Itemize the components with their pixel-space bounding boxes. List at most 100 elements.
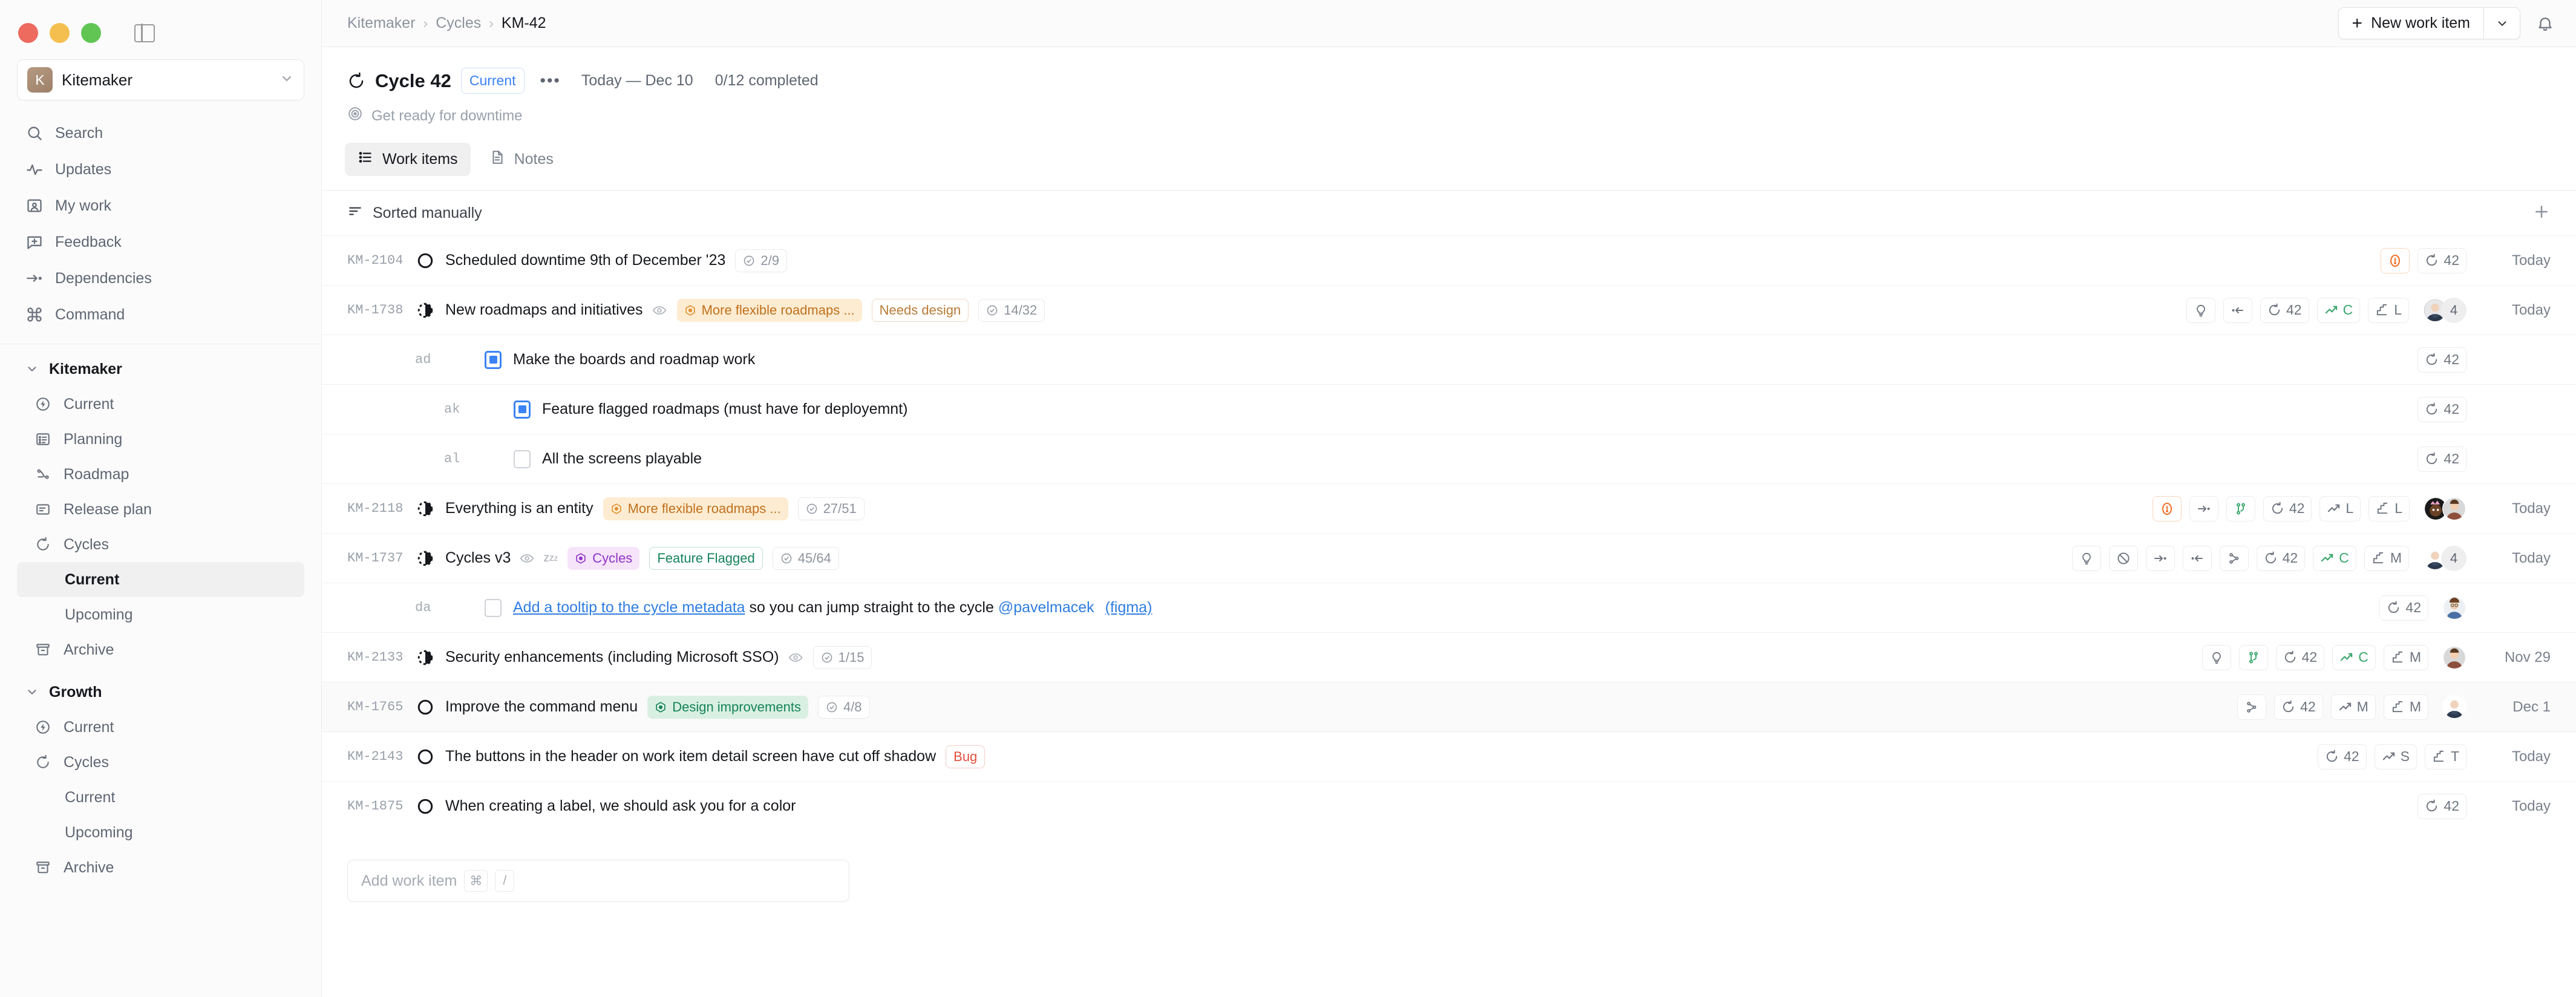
minimize-window-button[interactable] xyxy=(50,23,70,43)
impact-badge[interactable]: L xyxy=(2319,495,2361,521)
blocked-circle-icon[interactable] xyxy=(2108,545,2138,571)
sort-control[interactable]: Sorted manually xyxy=(347,203,482,223)
sidebar-item-kitemaker-cycles-current[interactable]: Current xyxy=(17,562,304,597)
breadcrumb-item-workspace[interactable]: Kitemaker xyxy=(347,15,416,32)
impact-badge[interactable]: C xyxy=(2316,297,2361,323)
notification-bell-icon[interactable] xyxy=(2536,15,2554,33)
sidebar-item-dependencies[interactable]: Dependencies xyxy=(17,260,304,296)
sidebar-item-kitemaker-cycles[interactable]: Cycles xyxy=(17,527,304,562)
sidebar-item-release-plan[interactable]: Release plan xyxy=(17,492,304,527)
status-in-progress-icon[interactable] xyxy=(415,301,436,319)
table-row[interactable]: al All the screens playable 42 xyxy=(322,434,2576,483)
assignee-avatars[interactable] xyxy=(2442,645,2466,670)
workspace-switcher[interactable]: K Kitemaker xyxy=(17,59,304,100)
alert-circle-icon[interactable] xyxy=(2152,495,2182,521)
depends-on-icon[interactable] xyxy=(2182,545,2212,571)
sidebar-group-kitemaker[interactable]: Kitemaker xyxy=(17,351,304,387)
add-work-item-input[interactable]: Add work item ⌘ / xyxy=(347,860,849,902)
sidebar-panel-icon[interactable] xyxy=(134,24,155,42)
assignee-avatars[interactable] xyxy=(2442,595,2466,620)
cycle-badge[interactable]: 42 xyxy=(2318,744,2367,770)
git-branch-icon[interactable] xyxy=(2237,694,2267,720)
table-row[interactable]: KM-1875 When creating a label, we should… xyxy=(322,781,2576,831)
space-label[interactable]: More flexible roadmaps ... xyxy=(603,497,788,520)
sidebar-item-kitemaker-cycles-upcoming[interactable]: Upcoming xyxy=(17,597,304,632)
cycle-badge[interactable]: 42 xyxy=(2379,595,2428,621)
close-window-button[interactable] xyxy=(18,23,38,43)
work-item-label[interactable]: Feature Flagged xyxy=(649,546,763,570)
space-label[interactable]: Cycles xyxy=(567,546,640,570)
sidebar-item-growth-cycles-current[interactable]: Current xyxy=(17,780,304,815)
checkbox-unchecked-icon[interactable] xyxy=(512,449,532,468)
sidebar-item-growth-cycles[interactable]: Cycles xyxy=(17,745,304,780)
insight-lightbulb-icon[interactable] xyxy=(2071,545,2101,571)
breadcrumb-item-cycles[interactable]: Cycles xyxy=(436,15,481,32)
cycle-badge[interactable]: 42 xyxy=(2417,446,2466,472)
sidebar-item-growth-cycles-upcoming[interactable]: Upcoming xyxy=(17,815,304,850)
assignee-avatars[interactable] xyxy=(2424,496,2466,521)
cycle-badge[interactable]: 42 xyxy=(2417,247,2466,273)
git-branch-icon[interactable] xyxy=(2226,495,2255,521)
effort-badge[interactable]: T xyxy=(2424,744,2466,770)
table-row[interactable]: KM-2118 Everything is an entity More fle… xyxy=(322,483,2576,533)
dependencies-icon[interactable] xyxy=(2145,545,2175,571)
cycle-badge[interactable]: 42 xyxy=(2274,694,2323,720)
status-badge[interactable]: Current xyxy=(460,68,525,94)
cycle-badge[interactable]: 42 xyxy=(2256,545,2306,571)
table-row[interactable]: da Add a tooltip to the cycle metadata s… xyxy=(322,583,2576,632)
status-in-progress-icon[interactable] xyxy=(415,549,436,567)
table-row[interactable]: KM-1737 Cycles v3 zzz Cycles Feature Fla… xyxy=(322,533,2576,583)
cycle-badge[interactable]: 42 xyxy=(2263,495,2312,521)
table-row[interactable]: ad Make the boards and roadmap work 42 xyxy=(322,335,2576,384)
assignee-avatars[interactable]: 4 xyxy=(2423,545,2466,571)
status-todo-icon[interactable] xyxy=(415,748,436,766)
status-in-progress-icon[interactable] xyxy=(415,500,436,518)
assignee-avatars[interactable] xyxy=(2442,695,2466,719)
sidebar-item-command[interactable]: Command xyxy=(17,296,304,333)
checkbox-checked-icon[interactable] xyxy=(512,400,532,419)
cycle-goal-row[interactable]: Get ready for downtime xyxy=(347,106,2576,126)
checkbox-checked-icon[interactable] xyxy=(483,350,503,369)
table-row[interactable]: KM-2104 Scheduled downtime 9th of Decemb… xyxy=(322,235,2576,285)
sidebar-item-my-work[interactable]: My work xyxy=(17,188,304,224)
sidebar-item-search[interactable]: Search xyxy=(17,115,304,151)
impact-badge[interactable]: S xyxy=(2374,744,2417,770)
zoom-window-button[interactable] xyxy=(81,23,101,43)
impact-badge[interactable]: C xyxy=(2313,545,2356,571)
status-todo-icon[interactable] xyxy=(415,797,436,816)
sidebar-item-updates[interactable]: Updates xyxy=(17,151,304,188)
effort-badge[interactable]: M xyxy=(2364,545,2409,571)
effort-badge[interactable]: L xyxy=(2368,297,2409,323)
alert-circle-icon[interactable] xyxy=(2381,247,2410,273)
table-row[interactable]: KM-1765 Improve the command menu Design … xyxy=(322,682,2576,731)
insight-lightbulb-icon[interactable] xyxy=(2202,644,2231,670)
checkbox-unchecked-icon[interactable] xyxy=(483,598,503,617)
sidebar-item-growth-archive[interactable]: Archive xyxy=(17,850,304,885)
add-item-icon[interactable] xyxy=(2532,203,2551,224)
table-row[interactable]: ak Feature flagged roadmaps (must have f… xyxy=(322,384,2576,434)
work-item-label[interactable]: Needs design xyxy=(871,298,969,322)
depends-on-icon[interactable] xyxy=(2223,297,2252,323)
sidebar-item-growth-current[interactable]: Current xyxy=(17,710,304,745)
effort-badge[interactable]: L xyxy=(2368,495,2410,521)
effort-badge[interactable]: M xyxy=(2383,694,2428,720)
tab-work-items[interactable]: Work items xyxy=(345,143,471,176)
sidebar-item-feedback[interactable]: Feedback xyxy=(17,224,304,260)
sidebar-item-roadmap[interactable]: Roadmap xyxy=(17,457,304,492)
impact-badge[interactable]: M xyxy=(2330,694,2376,720)
dependencies-icon[interactable] xyxy=(2189,495,2218,521)
work-item-label[interactable]: Bug xyxy=(946,745,986,768)
cycle-badge[interactable]: 42 xyxy=(2275,644,2325,670)
cycle-badge[interactable]: 42 xyxy=(2417,793,2466,819)
status-todo-icon[interactable] xyxy=(415,698,436,716)
user-mention[interactable]: @pavelmacek xyxy=(998,599,1094,616)
status-in-progress-icon[interactable] xyxy=(415,649,436,667)
new-work-item-dropdown-button[interactable] xyxy=(2483,8,2520,39)
space-label[interactable]: Design improvements xyxy=(647,695,808,719)
git-branch-icon[interactable] xyxy=(2238,644,2268,670)
assignee-avatars[interactable]: 4 xyxy=(2423,297,2466,323)
table-row[interactable]: KM-2143 The buttons in the header on wor… xyxy=(322,731,2576,781)
new-work-item-button[interactable]: + New work item xyxy=(2339,8,2483,39)
attachment-link[interactable]: (figma) xyxy=(1105,599,1152,616)
tab-notes[interactable]: Notes xyxy=(477,143,566,176)
